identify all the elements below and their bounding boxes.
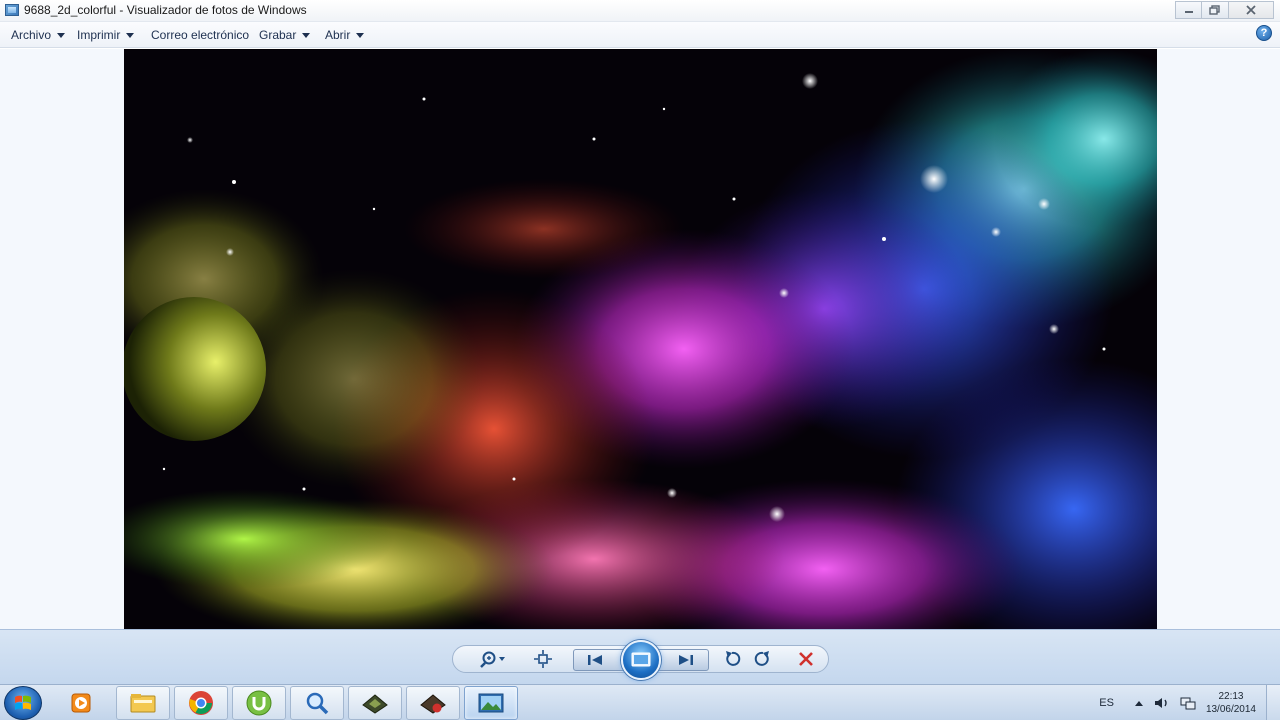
show-hidden-icons-icon[interactable] bbox=[1134, 699, 1144, 707]
slideshow-button[interactable] bbox=[621, 640, 661, 680]
menu-imprimir[interactable]: Imprimir bbox=[77, 28, 135, 42]
delete-icon bbox=[799, 652, 813, 666]
menu-label: Grabar bbox=[259, 28, 297, 42]
photo-viewer-icon bbox=[5, 4, 19, 16]
previous-icon bbox=[588, 655, 602, 665]
menu-grabar[interactable]: Grabar bbox=[259, 28, 311, 42]
taskbar-search-tool[interactable] bbox=[290, 686, 344, 720]
search-tool-icon bbox=[306, 692, 329, 715]
chevron-down-icon bbox=[126, 32, 135, 38]
colorful-nebula-photo bbox=[124, 49, 1157, 629]
previous-button[interactable] bbox=[581, 647, 609, 673]
zoom-icon bbox=[480, 651, 505, 668]
image-viewer-area bbox=[0, 49, 1280, 629]
taskbar-chrome[interactable] bbox=[174, 686, 228, 720]
minimize-icon bbox=[1184, 11, 1193, 13]
zoom-button[interactable] bbox=[476, 646, 508, 672]
menu-label: Abrir bbox=[325, 28, 351, 42]
volume-icon[interactable] bbox=[1154, 696, 1170, 710]
help-icon[interactable]: ? bbox=[1256, 25, 1272, 41]
menu-abrir[interactable]: Abrir bbox=[325, 28, 365, 42]
taskbar: ES 22:13 13/06/2014 bbox=[0, 684, 1280, 720]
chevron-down-icon bbox=[302, 32, 311, 38]
show-desktop-button[interactable] bbox=[1266, 685, 1280, 720]
minimize-button[interactable] bbox=[1175, 1, 1202, 19]
utorrent-icon bbox=[246, 690, 272, 716]
actual-size-icon bbox=[534, 650, 552, 668]
chevron-down-icon bbox=[356, 32, 365, 38]
rotate-right-icon bbox=[754, 651, 769, 666]
taskbar-app-1[interactable] bbox=[348, 686, 402, 720]
windows-logo-icon bbox=[15, 695, 31, 710]
viewer-controls bbox=[0, 629, 1280, 684]
maximize-icon bbox=[1209, 5, 1220, 15]
chrome-icon bbox=[189, 691, 213, 715]
taskbar-file-explorer[interactable] bbox=[116, 686, 170, 720]
command-bar: Archivo Imprimir Correo electrónico Grab… bbox=[0, 22, 1280, 48]
close-icon bbox=[1246, 5, 1256, 15]
title-bar: 9688_2d_colorful - Visualizador de fotos… bbox=[0, 0, 1280, 22]
menu-correo[interactable]: Correo electrónico bbox=[151, 28, 249, 42]
taskbar-photo-viewer[interactable] bbox=[464, 686, 518, 720]
app-icon-1 bbox=[362, 694, 388, 714]
start-button[interactable] bbox=[4, 686, 42, 720]
language-indicator[interactable]: ES bbox=[1099, 697, 1114, 709]
next-button[interactable] bbox=[672, 647, 700, 673]
displayed-photo[interactable] bbox=[124, 49, 1157, 629]
actual-size-button[interactable] bbox=[530, 646, 556, 672]
clock-time: 22:13 bbox=[1218, 691, 1244, 702]
slideshow-icon bbox=[631, 652, 651, 667]
menu-label: Imprimir bbox=[77, 28, 121, 42]
menu-label: Correo electrónico bbox=[151, 28, 250, 42]
chevron-down-icon bbox=[57, 32, 66, 38]
taskbar-app-2[interactable] bbox=[406, 686, 460, 720]
rotate-left-icon bbox=[726, 651, 741, 666]
window-title: 9688_2d_colorful - Visualizador de fotos… bbox=[24, 3, 307, 17]
next-icon bbox=[679, 655, 693, 665]
app-icon-2 bbox=[420, 694, 446, 714]
close-button[interactable] bbox=[1229, 1, 1274, 19]
rotate-left-button[interactable] bbox=[720, 646, 744, 672]
window-controls bbox=[1175, 1, 1274, 19]
menu-archivo[interactable]: Archivo bbox=[11, 28, 66, 42]
system-tray: ES 22:13 13/06/2014 bbox=[1099, 685, 1256, 720]
maximize-button[interactable] bbox=[1202, 1, 1229, 19]
delete-button[interactable] bbox=[793, 646, 819, 672]
network-icon[interactable] bbox=[1180, 696, 1196, 710]
taskbar-utorrent[interactable] bbox=[232, 686, 286, 720]
media-player-icon bbox=[71, 693, 91, 713]
rotate-right-button[interactable] bbox=[751, 646, 775, 672]
menu-label: Archivo bbox=[11, 28, 52, 42]
clock-date: 13/06/2014 bbox=[1205, 704, 1256, 715]
photo-viewer-icon bbox=[478, 693, 504, 713]
file-explorer-icon bbox=[130, 694, 156, 713]
clock[interactable]: 22:13 13/06/2014 bbox=[1206, 690, 1256, 716]
taskbar-media-player[interactable] bbox=[56, 686, 106, 720]
